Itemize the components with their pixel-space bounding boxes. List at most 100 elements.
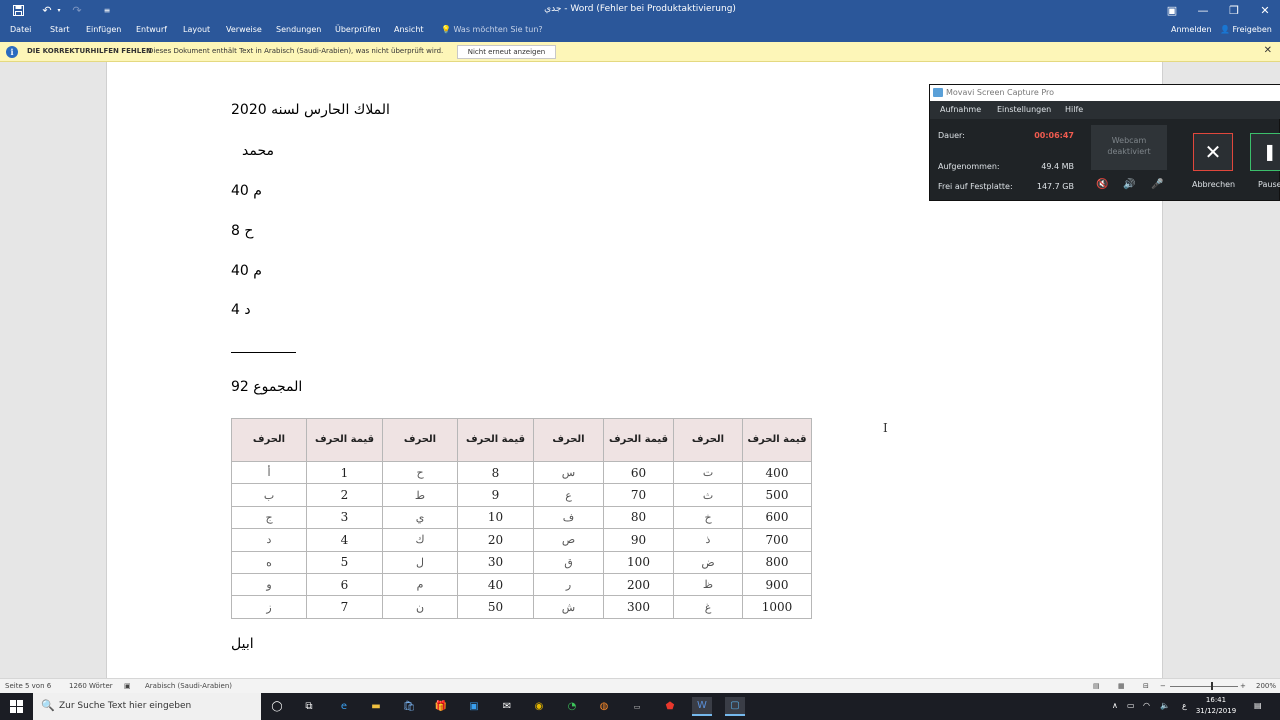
photos-app-icon[interactable]: ▣	[464, 697, 484, 716]
edge-icon[interactable]: e	[334, 697, 354, 716]
table-cell: أ	[231, 460, 307, 485]
table-cell: 4	[306, 528, 383, 552]
wifi-icon[interactable]: ◠	[1143, 701, 1150, 710]
search-icon: 🔍	[41, 699, 55, 712]
volume-icon[interactable]: 🔈	[1160, 701, 1170, 710]
zoom-in-icon[interactable]: +	[1240, 682, 1246, 690]
tab-verweise[interactable]: Verweise	[226, 25, 262, 34]
free-space-label: Frei auf Festplatte:	[938, 182, 1013, 191]
app-icon[interactable]: ▭	[627, 697, 647, 716]
table-cell: 60	[603, 460, 674, 485]
chrome-icon[interactable]: ◉	[529, 697, 549, 716]
file-explorer-icon[interactable]: ▬	[366, 697, 386, 716]
windows-start-icon[interactable]	[10, 700, 23, 713]
redo-icon[interactable]: ↷	[70, 2, 84, 19]
tab-ansicht[interactable]: Ansicht	[394, 25, 424, 34]
proofing-tools-infobar: i DIE KORREKTURHILFEN FEHLEN Dieses Doku…	[0, 42, 1280, 62]
table-cell: 5	[306, 550, 383, 574]
doc-line-title: الملاك الحارس لسنه 2020	[231, 102, 390, 118]
pause-recording-button[interactable]: ❚❚	[1250, 133, 1280, 171]
zoom-slider[interactable]	[1170, 686, 1238, 687]
table-cell: خ	[673, 505, 743, 530]
table-cell: ل	[382, 550, 458, 574]
table-cell: 8	[457, 460, 534, 485]
table-header: الحرف	[533, 418, 604, 462]
tab-sendungen[interactable]: Sendungen	[276, 25, 321, 34]
table-cell: 600	[742, 505, 812, 530]
input-language[interactable]: ع	[1182, 701, 1187, 710]
dont-show-again-button[interactable]: Nicht erneut anzeigen	[457, 45, 556, 59]
table-cell: غ	[673, 595, 743, 619]
tell-me-search[interactable]: 💡 Was möchten Sie tun?	[441, 25, 543, 34]
sign-in-link[interactable]: Anmelden	[1171, 25, 1212, 34]
share-button[interactable]: 👤 Freigeben	[1220, 25, 1272, 34]
movavi-taskbar-icon[interactable]: ▢	[725, 697, 745, 716]
speaker-icon[interactable]: 🔊	[1123, 179, 1135, 190]
firefox-icon[interactable]: ◍	[594, 697, 614, 716]
table-cell: 3	[306, 505, 383, 530]
ribbon-display-options-button[interactable]: ▣	[1157, 0, 1187, 21]
tab-ueberpruefen[interactable]: Überprüfen	[335, 25, 380, 34]
save-icon[interactable]	[11, 2, 25, 19]
word-taskbar-icon[interactable]: W	[692, 697, 712, 716]
zoom-level[interactable]: 200%	[1256, 682, 1276, 690]
task-view-icon[interactable]: ⧉	[299, 697, 319, 716]
menu-einstellungen[interactable]: Einstellungen	[997, 105, 1051, 114]
store-icon[interactable]: 🛍	[399, 697, 419, 716]
sum-divider	[231, 352, 296, 353]
table-cell: ق	[533, 550, 604, 574]
minimize-button[interactable]: —	[1188, 0, 1218, 21]
page-count[interactable]: Seite 5 von 6	[5, 682, 51, 690]
customize-quick-access-icon[interactable]: ≡	[100, 2, 114, 19]
movavi-titlebar[interactable]: Movavi Screen Capture Pro	[930, 85, 1280, 101]
infobar-close-icon[interactable]: ✕	[1264, 45, 1272, 56]
read-mode-icon[interactable]: ▤	[1093, 682, 1100, 690]
print-layout-icon[interactable]: ▦	[1118, 682, 1125, 690]
notifications-icon[interactable]: ▤	[1254, 701, 1262, 710]
table-cell: 1	[306, 460, 383, 485]
letter-values-table[interactable]: الحرف قيمة الحرف الحرف قيمة الحرف الحرف …	[231, 418, 812, 619]
tab-start[interactable]: Start	[50, 25, 70, 34]
undo-icon[interactable]: ↶	[39, 2, 55, 19]
table-header: قيمة الحرف	[742, 418, 812, 462]
menu-hilfe[interactable]: Hilfe	[1065, 105, 1083, 114]
table-cell: ك	[382, 528, 458, 552]
system-audio-off-icon[interactable]: 🔇	[1096, 179, 1108, 190]
network-icon[interactable]: ▭	[1127, 701, 1135, 710]
tab-einfuegen[interactable]: Einfügen	[86, 25, 121, 34]
doc-line-letter: د 4	[231, 302, 251, 318]
tab-datei[interactable]: Datei	[10, 25, 31, 34]
microphone-icon[interactable]: 🎤	[1151, 179, 1163, 190]
cancel-recording-button[interactable]: ✕	[1193, 133, 1233, 171]
share-label: Freigeben	[1232, 25, 1272, 34]
language-indicator[interactable]: Arabisch (Saudi-Arabien)	[145, 682, 232, 690]
tab-layout[interactable]: Layout	[183, 25, 210, 34]
undo-dropdown-icon[interactable]: ▾	[55, 2, 63, 19]
tab-entwurf[interactable]: Entwurf	[136, 25, 167, 34]
proofing-icon[interactable]: ▣	[124, 682, 131, 690]
table-row: ز 7 ن 50 ش 300 غ 1000	[231, 595, 812, 619]
table-cell: ض	[673, 550, 743, 574]
pause-icon: ❚❚	[1263, 142, 1280, 161]
word-count[interactable]: 1260 Wörter	[69, 682, 113, 690]
status-bar: Seite 5 von 6 1260 Wörter ▣ Arabisch (Sa…	[0, 678, 1280, 693]
cortana-icon[interactable]: ◯	[267, 697, 287, 716]
acrobat-icon[interactable]: ⬟	[660, 697, 680, 716]
gift-app-icon[interactable]: 🎁	[431, 697, 451, 716]
zoom-slider-thumb[interactable]	[1211, 682, 1213, 690]
zoom-out-icon[interactable]: −	[1160, 682, 1166, 690]
lightbulb-icon: 💡	[441, 25, 451, 34]
table-cell: م	[382, 572, 458, 597]
taskbar-clock[interactable]: 16:41 31/12/2019	[1194, 695, 1238, 717]
taskbar-search-box[interactable]: 🔍 Zur Suche Text hier eingeben	[33, 693, 261, 720]
menu-aufnahme[interactable]: Aufnahme	[940, 105, 981, 114]
whatsapp-icon[interactable]: ◔	[562, 697, 582, 716]
tray-chevron-icon[interactable]: ∧	[1112, 701, 1118, 710]
table-row: ج 3 ي 10 ف 80 خ 600	[231, 505, 812, 530]
close-button[interactable]: ✕	[1250, 0, 1280, 21]
mail-icon[interactable]: ✉	[497, 697, 517, 716]
table-cell: ر	[533, 572, 604, 597]
restore-button[interactable]: ❐	[1219, 0, 1249, 21]
webcam-preview[interactable]: Webcam deaktiviert	[1091, 125, 1167, 170]
web-layout-icon[interactable]: ⊟	[1143, 682, 1149, 690]
